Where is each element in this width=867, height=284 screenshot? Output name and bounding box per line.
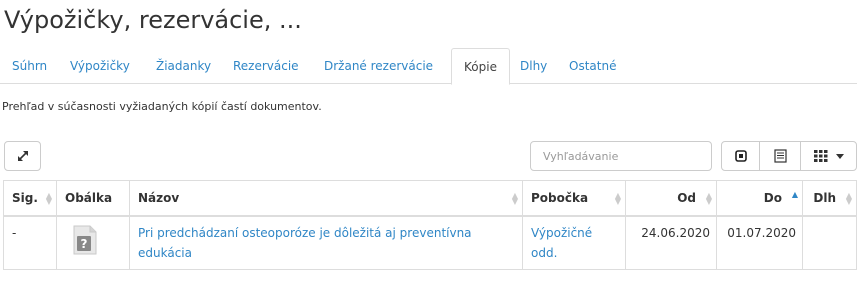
sort-icon: ▲ ▼ [705, 191, 712, 206]
caret-down-icon [835, 153, 844, 159]
column-header-debt[interactable]: Dlh ▲ ▼ [802, 180, 857, 217]
tab-loans[interactable]: Výpožičky [60, 48, 140, 84]
tab-summary[interactable]: Súhrn [4, 48, 55, 84]
cell-branch: Výpožičné odd. [522, 215, 626, 269]
copies-table: Sig. ▲ ▼ Obálka Názov ▲ ▼ Pobočka ▲ ▼ Od ▲ ▼ Do ▲… [3, 180, 857, 270]
column-header-from[interactable]: Od ▲ ▼ [625, 180, 717, 217]
sort-ascending-icon: ▲ [791, 190, 798, 199]
search-input[interactable] [530, 141, 712, 171]
column-header-to[interactable]: Do ▲ [716, 180, 803, 217]
cell-cover: ? [56, 215, 130, 269]
column-header-cover: Obálka [56, 180, 130, 217]
column-header-title[interactable]: Názov ▲ ▼ [129, 180, 523, 217]
cover-placeholder-icon: ? [73, 225, 97, 254]
cell-to: 01.07.2020 [716, 215, 803, 269]
branch-link[interactable]: Výpožičné odd. [531, 226, 592, 260]
sort-icon: ▲ ▼ [511, 191, 518, 206]
tab-reservations[interactable]: Rezervácie [223, 48, 309, 84]
fullscreen-button[interactable] [4, 141, 41, 171]
toggle-icon [734, 150, 747, 162]
expand-icon [17, 151, 28, 161]
columns-dropdown-button[interactable] [800, 141, 857, 171]
cell-sig: - [3, 215, 57, 269]
tab-bar: Súhrn Výpožičky Žiadanky Rezervácie Drža… [0, 48, 857, 85]
column-header-branch[interactable]: Pobočka ▲ ▼ [522, 180, 626, 217]
tab-held-reservations[interactable]: Držané rezervácie [314, 48, 443, 84]
tab-debts[interactable]: Dlhy [510, 48, 557, 84]
table-header-row: Sig. ▲ ▼ Obálka Názov ▲ ▼ Pobočka ▲ ▼ Od ▲ ▼ Do ▲… [3, 180, 857, 217]
table-row: - ? Pri predchádzaní osteoporóze je dôle… [3, 215, 857, 269]
list-view-button[interactable] [759, 141, 801, 171]
cell-debt [802, 215, 857, 269]
list-icon [773, 149, 787, 163]
sort-icon: ▲ ▼ [614, 191, 621, 206]
reset-view-button[interactable] [721, 141, 760, 171]
page-title: Výpožičky, rezervácie, ... [4, 6, 302, 34]
svg-text:?: ? [81, 237, 88, 251]
cell-title: Pri predchádzaní osteoporóze je dôležitá… [129, 215, 523, 269]
tab-other[interactable]: Ostatné [559, 48, 626, 84]
column-header-sig[interactable]: Sig. ▲ ▼ [3, 180, 57, 217]
tab-copies[interactable]: Kópie [451, 48, 510, 85]
document-title-link[interactable]: Pri predchádzaní osteoporóze je dôležitá… [138, 226, 472, 260]
sort-icon: ▲ ▼ [45, 191, 52, 206]
tab-requests[interactable]: Žiadanky [146, 48, 221, 84]
cell-from: 24.06.2020 [625, 215, 717, 269]
grid-icon [813, 150, 827, 162]
page-description: Prehľad v súčasnosti vyžiadaných kópií č… [2, 100, 322, 113]
sort-icon: ▲ ▼ [845, 191, 852, 206]
